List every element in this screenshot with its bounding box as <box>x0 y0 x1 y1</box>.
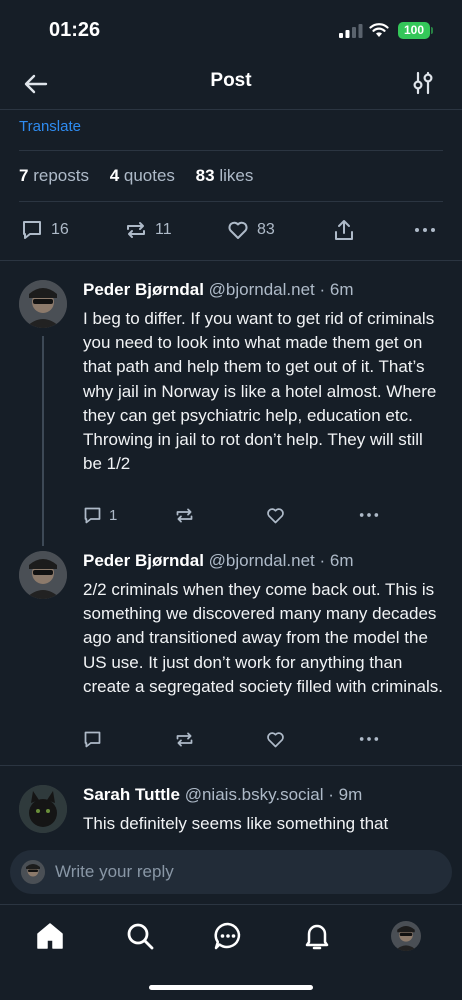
heart-icon <box>267 731 284 747</box>
avatar-image <box>19 551 67 599</box>
post-header: Post <box>0 58 462 110</box>
divider <box>0 765 462 766</box>
repost-icon <box>127 222 145 238</box>
reply-text: This definitely seems like something tha… <box>83 814 389 833</box>
reposts-label: reposts <box>33 166 89 185</box>
status-bar: 01:26 100 <box>0 0 462 58</box>
post-actions: 16 11 83 <box>0 214 462 246</box>
home-indicator <box>149 985 313 990</box>
comment-icon <box>23 221 41 239</box>
chat-icon[interactable] <box>213 921 243 951</box>
divider <box>19 150 443 151</box>
like-button[interactable] <box>265 503 286 527</box>
battery-indicator: 100 <box>398 22 430 39</box>
repost-button[interactable] <box>174 503 195 527</box>
likes-label: likes <box>219 166 254 185</box>
repost-icon <box>176 732 193 746</box>
reply-composer[interactable]: Write your reply <box>10 850 452 894</box>
ellipsis-icon <box>359 737 379 741</box>
cellular-signal-icon <box>339 24 363 38</box>
like-button[interactable]: 83 <box>226 214 275 246</box>
more-options-button[interactable] <box>358 727 380 751</box>
translate-link[interactable]: Translate <box>19 118 81 135</box>
repost-count: 11 <box>155 221 172 238</box>
sliders-settings-icon[interactable] <box>410 70 436 96</box>
heart-icon <box>228 221 248 239</box>
avatar <box>21 860 45 884</box>
repost-icon <box>176 508 193 522</box>
divider <box>19 201 443 202</box>
more-options-button[interactable] <box>413 214 437 246</box>
author-handle[interactable]: @bjorndal.net <box>209 280 315 299</box>
avatar-image <box>19 280 67 328</box>
quotes-label: quotes <box>123 166 175 185</box>
cat-avatar-image <box>19 785 67 833</box>
reply-count: 16 <box>51 221 69 238</box>
avatar-image <box>391 921 421 951</box>
post-time: · 9m <box>328 785 363 804</box>
reply-post[interactable]: Sarah Tuttle @niais.bsky.social · 9m Thi… <box>0 785 462 840</box>
thread-line <box>42 336 44 546</box>
comment-icon <box>84 507 101 523</box>
like-button[interactable] <box>265 727 286 751</box>
post-time: · 6m <box>319 280 354 299</box>
post-time: · 6m <box>319 551 354 570</box>
quotes-stat[interactable]: 4 quotes <box>110 166 175 185</box>
reply-text: 2/2 criminals when they come back out. T… <box>83 580 443 696</box>
reply-text: I beg to differ. If you want to get rid … <box>83 309 437 474</box>
wifi-icon <box>369 23 389 37</box>
reposts-count: 7 <box>19 166 29 185</box>
reply-header: Sarah Tuttle @niais.bsky.social · 9m <box>83 785 362 805</box>
reply-header: Peder Bjørndal @bjorndal.net · 6m <box>83 280 354 300</box>
battery-tip <box>431 27 433 34</box>
heart-icon <box>267 507 284 523</box>
page-title: Post <box>210 70 252 91</box>
bell-icon[interactable] <box>302 921 332 951</box>
ellipsis-icon <box>415 228 435 232</box>
repost-button[interactable]: 11 <box>124 214 172 246</box>
reposts-stat[interactable]: 7 reposts <box>19 166 89 185</box>
divider <box>0 260 462 261</box>
comment-icon <box>84 731 101 747</box>
share-button[interactable] <box>332 214 356 246</box>
reply-post[interactable]: Peder Bjørndal @bjorndal.net · 6m 2/2 cr… <box>0 551 462 751</box>
search-icon[interactable] <box>125 921 155 951</box>
avatar[interactable] <box>19 551 67 599</box>
profile-avatar[interactable] <box>391 921 421 951</box>
reply-button[interactable] <box>82 727 109 751</box>
like-count: 83 <box>257 221 275 238</box>
reply-button[interactable]: 16 <box>20 214 69 246</box>
author-name[interactable]: Peder Bjørndal <box>83 551 204 570</box>
reply-header: Peder Bjørndal @bjorndal.net · 6m <box>83 551 354 571</box>
more-options-button[interactable] <box>358 503 380 527</box>
avatar-image <box>21 860 45 884</box>
status-time: 01:26 <box>49 19 101 41</box>
share-icon <box>335 220 353 240</box>
reply-button[interactable]: 1 <box>82 503 117 527</box>
avatar[interactable] <box>19 280 67 328</box>
reply-count: 1 <box>109 506 118 524</box>
likes-stat[interactable]: 83 likes <box>196 166 254 185</box>
author-name[interactable]: Peder Bjørndal <box>83 280 204 299</box>
avatar[interactable] <box>19 785 67 833</box>
home-icon[interactable] <box>35 921 65 951</box>
quotes-count: 4 <box>109 166 120 185</box>
likes-count: 83 <box>195 166 215 185</box>
reply-input-placeholder[interactable]: Write your reply <box>55 862 174 882</box>
repost-button[interactable] <box>174 727 195 751</box>
reply-post[interactable]: Peder Bjørndal @bjorndal.net · 6m I beg … <box>0 280 462 546</box>
author-handle[interactable]: @niais.bsky.social <box>185 785 324 804</box>
author-handle[interactable]: @bjorndal.net <box>209 551 315 570</box>
ellipsis-icon <box>359 513 379 517</box>
post-stats: 7 reposts 4 quotes 83 likes <box>19 166 253 186</box>
author-name[interactable]: Sarah Tuttle <box>83 785 180 804</box>
